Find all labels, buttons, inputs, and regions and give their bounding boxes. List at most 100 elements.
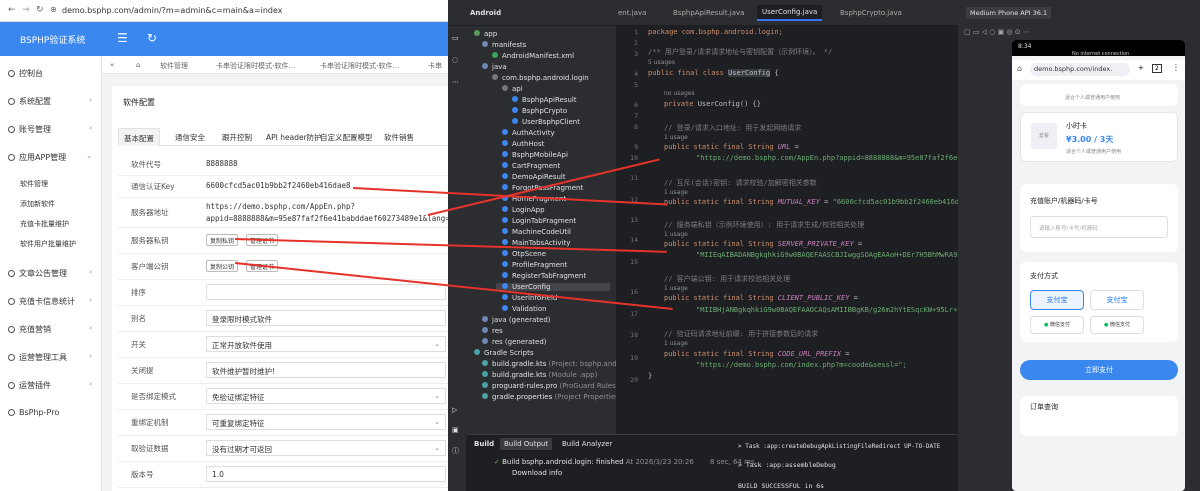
- sidebar-sub-add[interactable]: 添加新软件: [20, 199, 55, 209]
- tab-basic[interactable]: 基本配置: [118, 128, 160, 146]
- tree-file[interactable]: LoginTabFragment: [502, 217, 576, 225]
- tree-file[interactable]: RegisterTabFragment: [502, 272, 586, 280]
- tree-file[interactable]: UserBsphpClient: [512, 118, 580, 126]
- switch-select[interactable]: 正常开放软件使用 ⌄: [206, 336, 446, 352]
- build-result[interactable]: ✓ Build bsphp.android.login: finished At…: [494, 458, 755, 466]
- code-editor[interactable]: 1 2 3 4 5 6 7 8 9 10 11 12 13 14 15 16 1…: [616, 26, 980, 434]
- tree-res-gen[interactable]: res (generated): [482, 338, 547, 346]
- tree-java-gen[interactable]: java (generated): [482, 316, 551, 324]
- sidebar-item-system[interactable]: 系统配置 ›: [8, 96, 98, 107]
- run-icon[interactable]: ▷: [452, 406, 457, 414]
- tree-file[interactable]: Validation: [502, 305, 547, 313]
- sidebar-sub-software[interactable]: 软件管理: [20, 179, 48, 189]
- tree-file[interactable]: DemoApiResult: [502, 173, 566, 181]
- more-icon[interactable]: ⋮: [1172, 63, 1180, 72]
- prev-icon[interactable]: «: [110, 61, 114, 69]
- url-text[interactable]: demo.bsphp.com/admin/?m=admin&c=main&a=i…: [62, 6, 283, 15]
- tree-file[interactable]: AuthHost: [502, 140, 544, 148]
- commit-icon[interactable]: ◌: [452, 56, 458, 64]
- site-info-icon[interactable]: ⊕: [50, 5, 57, 14]
- crumb-tab-1[interactable]: 软件管理: [160, 61, 188, 71]
- sidebar-item-apps[interactable]: 应用APP管理 ⌄: [8, 152, 98, 163]
- sidebar-item-articles[interactable]: 文章公告管理 ›: [8, 268, 98, 279]
- plan-card-1[interactable]: 适合个人或普通用户使用: [1020, 84, 1178, 106]
- editor-tab-userconfig[interactable]: UserConfig.java: [757, 5, 823, 21]
- back-icon[interactable]: ←: [8, 5, 16, 15]
- crumb-tab-2[interactable]: 卡串验证限时模式-软件...: [216, 61, 295, 71]
- crumb-tab-4[interactable]: 卡串: [428, 61, 442, 71]
- trial-select[interactable]: 没有过期才可返回 ⌄: [206, 440, 446, 456]
- copy-public-button[interactable]: 复制公钥: [206, 260, 239, 272]
- sidebar-sub-cards[interactable]: 充值卡批量维护: [20, 219, 69, 229]
- close-tip-input[interactable]: 软件维护暂时维护!: [206, 362, 446, 378]
- refresh-icon[interactable]: ↻: [147, 31, 157, 45]
- sort-input[interactable]: [206, 284, 446, 300]
- editor-tab-crypto[interactable]: BsphpCrypto.java: [840, 9, 902, 17]
- folder-icon[interactable]: ▭: [452, 34, 459, 42]
- pay-now-button[interactable]: 立即支付: [1020, 360, 1178, 380]
- tree-gradle-file[interactable]: gradle.properties (Project Properties): [482, 393, 622, 401]
- bind-select[interactable]: 免验证绑定特征 ⌄: [206, 388, 446, 404]
- crumb-tab-3[interactable]: 卡串验证限时模式-软件...: [320, 61, 399, 71]
- tree-file[interactable]: AuthActivity: [502, 129, 555, 137]
- home-icon[interactable]: ⌂: [136, 61, 140, 69]
- tree-app[interactable]: app: [474, 30, 497, 38]
- sidebar-item-accounts[interactable]: 账号管理 ›: [8, 124, 98, 135]
- phone-url[interactable]: demo.bsphp.com/index.: [1030, 63, 1130, 76]
- sidebar-item-marketing[interactable]: 充值营销 ›: [8, 324, 98, 335]
- tab-sales[interactable]: 软件销售: [384, 132, 414, 143]
- phone-url-bar[interactable]: ⌂ demo.bsphp.com/index. + 2 ⋮: [1012, 60, 1185, 80]
- emulator-toolbar-icons[interactable]: ▢ ▭ ◁ ○ ▣ ◎ ⊙ ⋯: [964, 28, 1030, 36]
- tree-file[interactable]: BsphpApiResult: [512, 96, 577, 104]
- tree-file[interactable]: BsphpCrypto: [512, 107, 567, 115]
- copy-private-button[interactable]: 复制私钥: [206, 234, 239, 246]
- tab-api-header[interactable]: API header防护: [266, 132, 322, 143]
- tree-gradle[interactable]: Gradle Scripts: [474, 349, 533, 357]
- download-info[interactable]: Download info: [512, 469, 562, 477]
- charge-input[interactable]: 请输入账号/卡号/机器码: [1030, 216, 1168, 238]
- add-tab-icon[interactable]: +: [1138, 64, 1144, 72]
- problems-icon[interactable]: ⓘ: [452, 446, 459, 456]
- tree-manifest-xml[interactable]: AndroidManifest.xml: [492, 52, 574, 60]
- tree-file[interactable]: MachineCodeUtil: [502, 228, 571, 236]
- plan-card-hour[interactable]: 套餐 小时卡 ¥3.00 / 3天 适合个人或普通用户使用: [1020, 112, 1178, 162]
- rebind-select[interactable]: 可重复绑定特征 ⌄: [206, 414, 446, 430]
- device-tab[interactable]: Medium Phone API 36.1: [966, 7, 1052, 19]
- version-input[interactable]: 1.0: [206, 466, 446, 482]
- tree-file[interactable]: OtpScene: [502, 250, 546, 258]
- tree-package[interactable]: com.bsphp.android.login: [492, 74, 589, 82]
- tree-java[interactable]: java: [482, 63, 507, 71]
- project-view-selector[interactable]: Android: [470, 9, 501, 17]
- alipay-option-2[interactable]: 支付宝: [1090, 290, 1144, 310]
- sidebar-item-tools[interactable]: 运营管理工具 ›: [8, 352, 98, 363]
- tree-gradle-file[interactable]: build.gradle.kts (Project: bsphp.android…: [482, 360, 633, 368]
- tree-gradle-file[interactable]: proguard-rules.pro (ProGuard Rules fo: [482, 382, 625, 390]
- editor-tab-ent[interactable]: ent.java: [618, 9, 646, 17]
- forward-icon[interactable]: →: [22, 5, 30, 15]
- tree-res[interactable]: res: [482, 327, 503, 335]
- tab-security[interactable]: 通信安全: [175, 132, 205, 143]
- tab-control[interactable]: 跟开控制: [222, 132, 252, 143]
- structure-icon[interactable]: ⋯: [452, 78, 459, 86]
- tree-file[interactable]: BsphpMobileApi: [502, 151, 568, 159]
- tree-userconfig-selected[interactable]: UserConfig: [496, 283, 610, 291]
- menu-toggle-icon[interactable]: ☰: [117, 31, 128, 45]
- home-icon[interactable]: ⌂: [1017, 64, 1022, 73]
- sidebar-item-pro[interactable]: BsPhp-Pro: [8, 408, 59, 417]
- tree-api[interactable]: api: [502, 85, 523, 93]
- sidebar-sub-users[interactable]: 软件用户批量维护: [20, 239, 76, 249]
- browser-url-bar[interactable]: ← → ↻ ⊕ demo.bsphp.com/admin/?m=admin&c=…: [0, 0, 448, 22]
- alias-input[interactable]: 登录限时模式软件: [206, 310, 446, 326]
- sidebar-item-plugins[interactable]: 运营插件 ›: [8, 380, 98, 391]
- tab-build-analyzer[interactable]: Build Analyzer: [562, 440, 612, 448]
- tree-file[interactable]: CartFragment: [502, 162, 560, 170]
- terminal-icon[interactable]: ▣: [452, 426, 459, 434]
- tree-file[interactable]: ProfileFragment: [502, 261, 567, 269]
- tree-gradle-file[interactable]: build.gradle.kts (Module :app): [482, 371, 597, 379]
- tab-build-output[interactable]: Build Output: [500, 438, 553, 450]
- wechat-option-1[interactable]: ● 微信支付: [1030, 316, 1084, 334]
- sidebar-item-dashboard[interactable]: 控制台: [8, 68, 43, 79]
- reload-icon[interactable]: ↻: [36, 5, 44, 15]
- tree-manifests[interactable]: manifests: [482, 41, 526, 49]
- wechat-option-2[interactable]: ● 微信支付: [1090, 316, 1144, 334]
